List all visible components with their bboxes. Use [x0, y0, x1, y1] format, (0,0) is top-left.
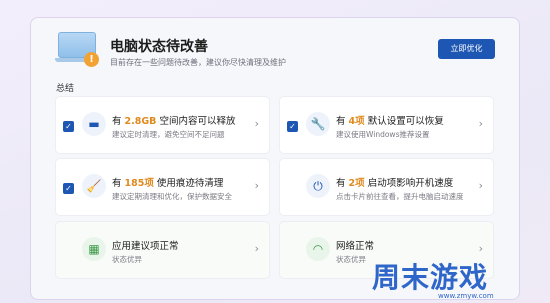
- tile-subtitle: 状态优异: [336, 255, 366, 264]
- chevron-right-icon: ›: [254, 179, 259, 192]
- wrench-icon: 🔧: [306, 112, 330, 136]
- tile-subtitle: 建议定时清理，避免空间不足问题: [112, 130, 225, 139]
- tile-title: 应用建议项正常: [112, 241, 179, 252]
- chevron-right-icon: ›: [478, 117, 483, 130]
- tile-subtitle: 建议定期清理和优化，保护数据安全: [112, 192, 232, 201]
- page-title: 电脑状态待改善: [110, 39, 208, 55]
- watermark-logo: 周末游戏: [372, 261, 489, 294]
- app-suggestions-tile[interactable]: ▦ 应用建议项正常 状态优异 ›: [55, 221, 270, 279]
- tile-title: 有 185项 使用痕迹待清理: [112, 178, 224, 189]
- chevron-right-icon: ›: [254, 117, 259, 130]
- broom-icon: 🧹: [82, 174, 106, 198]
- default-settings-tile[interactable]: ✓ 🔧 有 4项 默认设置可以恢复 建议使用Windows推荐设置 ›: [279, 96, 494, 154]
- traces-checkbox[interactable]: ✓: [63, 183, 74, 194]
- page-subtitle: 目前存在一些问题待改善，建议你尽快清理及维护: [110, 58, 286, 67]
- watermark-url: www.zmyw.com: [438, 292, 494, 300]
- apps-icon: ▦: [82, 237, 106, 261]
- chevron-right-icon: ›: [478, 179, 483, 192]
- tile-title: 有 4项 默认设置可以恢复: [336, 116, 444, 127]
- tile-subtitle: 状态优异: [112, 255, 142, 264]
- startup-items-tile[interactable]: ⏻ 有 2项 启动项影响开机速度 点击卡片前往查看，提升电脑启动速度 ›: [279, 158, 494, 216]
- site-watermark: 周末游戏 www.zmyw.com: [368, 256, 550, 300]
- tile-title: 有 2项 启动项影响开机速度: [336, 178, 454, 189]
- tile-title: 有 2.8GB 空间内容可以释放: [112, 116, 236, 127]
- disk-icon: ▬: [82, 112, 106, 136]
- storage-tile[interactable]: ✓ ▬ 有 2.8GB 空间内容可以释放 建议定时清理，避免空间不足问题 ›: [55, 96, 270, 154]
- summary-heading: 总结: [56, 84, 75, 94]
- warning-badge-icon: !: [84, 52, 99, 67]
- power-icon: ⏻: [306, 174, 330, 198]
- optimize-now-button[interactable]: 立即优化: [438, 39, 495, 59]
- chevron-right-icon: ›: [254, 242, 259, 255]
- default-settings-checkbox[interactable]: ✓: [287, 121, 298, 132]
- tile-subtitle: 点击卡片前往查看，提升电脑启动速度: [336, 192, 464, 201]
- chevron-right-icon: ›: [478, 242, 483, 255]
- traces-tile[interactable]: ✓ 🧹 有 185项 使用痕迹待清理 建议定期清理和优化，保护数据安全 ›: [55, 158, 270, 216]
- laptop-warning-icon: !: [55, 32, 100, 70]
- storage-checkbox[interactable]: ✓: [63, 121, 74, 132]
- tile-subtitle: 建议使用Windows推荐设置: [336, 130, 430, 139]
- wifi-icon: ◠: [306, 237, 330, 261]
- tile-title: 网络正常: [336, 241, 375, 252]
